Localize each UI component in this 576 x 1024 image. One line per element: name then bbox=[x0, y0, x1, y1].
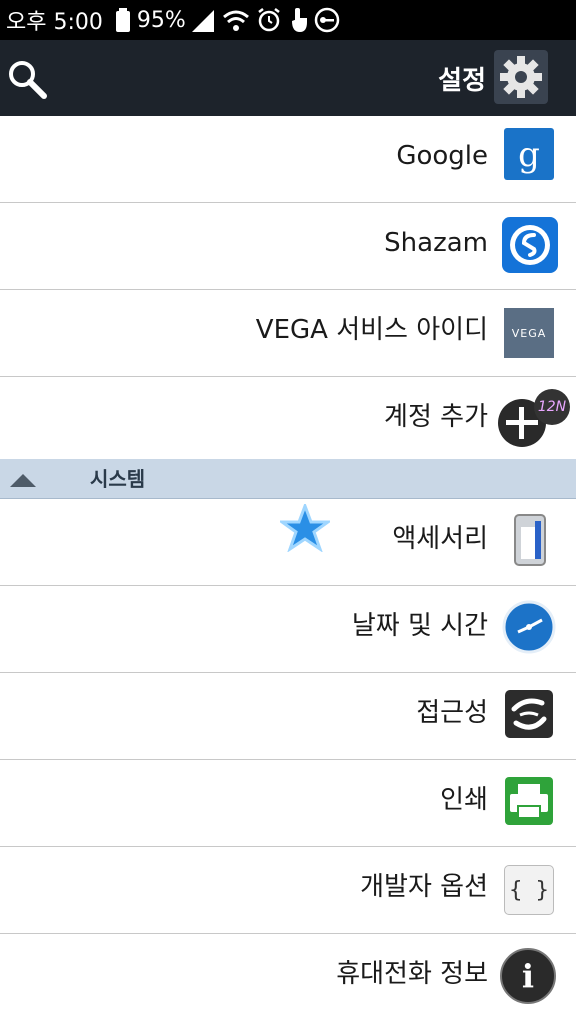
system-label: 휴대전화 정보 bbox=[336, 959, 488, 989]
status-time: 오후 5:00 bbox=[6, 10, 103, 35]
accessibility-icon bbox=[502, 687, 556, 741]
system-label: 접근성 bbox=[416, 698, 488, 728]
developer-braces-icon: { } bbox=[504, 865, 554, 915]
svg-text:g: g bbox=[518, 135, 540, 174]
wifi-icon bbox=[222, 8, 250, 32]
gear-icon[interactable] bbox=[494, 50, 548, 104]
clock-icon bbox=[502, 600, 556, 654]
account-label: 계정 추가 bbox=[384, 402, 488, 432]
accounts-list: Google g Shazam VEGA 서비스 아이디 VEGA 계정 추가 … bbox=[0, 116, 576, 464]
system-label: 날짜 및 시간 bbox=[351, 611, 488, 641]
system-item-accessibility[interactable]: 접근성 bbox=[0, 673, 576, 760]
account-label: Google bbox=[396, 141, 488, 171]
touch-icon bbox=[288, 7, 308, 33]
info-icon-text: i bbox=[521, 957, 535, 995]
developer-braces-text: { } bbox=[509, 877, 549, 903]
signal-icon bbox=[190, 8, 216, 32]
system-item-phone-info[interactable]: 휴대전화 정보 i bbox=[0, 934, 576, 1021]
collapse-triangle-icon bbox=[10, 474, 36, 487]
action-bar: 설정 bbox=[0, 40, 576, 116]
system-list: 액세서리 날짜 및 시간 접근성 인쇄 개발자 옵션 { } 휴대전화 정보 i bbox=[0, 499, 576, 1021]
star-icon bbox=[277, 501, 333, 553]
info-icon: i bbox=[500, 948, 556, 1004]
vega-icon-text: VEGA bbox=[511, 326, 547, 340]
overlay-badge-text: 12N bbox=[537, 399, 567, 415]
section-title: 시스템 bbox=[90, 467, 146, 491]
system-label: 인쇄 bbox=[440, 785, 488, 815]
system-item-print[interactable]: 인쇄 bbox=[0, 760, 576, 847]
alarm-icon bbox=[256, 7, 282, 33]
key-icon bbox=[314, 7, 340, 33]
account-label: VEGA 서비스 아이디 bbox=[255, 315, 488, 345]
page-title: 설정 bbox=[438, 66, 486, 96]
account-item-vega[interactable]: VEGA 서비스 아이디 VEGA bbox=[0, 290, 576, 377]
accessory-icon bbox=[502, 513, 556, 567]
printer-icon bbox=[502, 774, 556, 828]
account-item-shazam[interactable]: Shazam bbox=[0, 203, 576, 290]
section-header-system[interactable]: 시스템 bbox=[0, 459, 576, 499]
system-label: 액세서리 bbox=[392, 524, 488, 554]
search-icon[interactable] bbox=[6, 58, 48, 100]
system-item-date-time[interactable]: 날짜 및 시간 bbox=[0, 586, 576, 673]
account-label: Shazam bbox=[384, 228, 488, 258]
system-label: 개발자 옵션 bbox=[360, 872, 488, 902]
status-bar: 오후 5:00 95% bbox=[0, 0, 576, 40]
battery-icon bbox=[115, 8, 131, 32]
account-item-google[interactable]: Google g bbox=[0, 116, 576, 203]
google-icon: g bbox=[504, 128, 554, 180]
overlay-badge: 12N bbox=[534, 389, 570, 425]
system-item-developer-options[interactable]: 개발자 옵션 { } bbox=[0, 847, 576, 934]
vega-icon: VEGA bbox=[504, 308, 554, 358]
account-item-add-account[interactable]: 계정 추가 12N bbox=[0, 377, 576, 464]
battery-percent: 95% bbox=[136, 7, 186, 33]
shazam-icon bbox=[502, 217, 558, 273]
